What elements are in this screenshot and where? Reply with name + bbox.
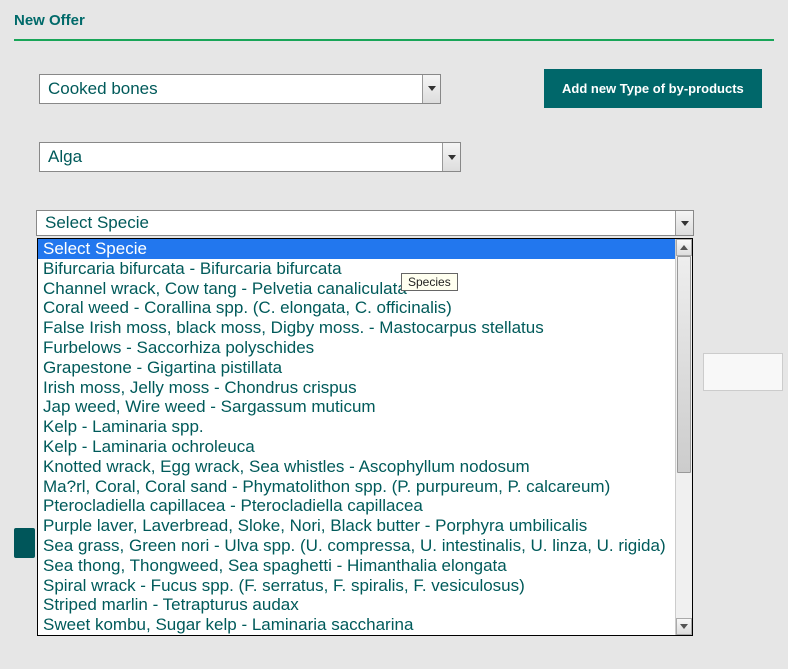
species-option[interactable]: Kelp - Laminaria ochroleuca bbox=[38, 437, 675, 457]
scrollbar-thumb[interactable] bbox=[677, 256, 691, 473]
species-option[interactable]: Select Specie bbox=[38, 239, 675, 259]
page-title: New Offer bbox=[14, 12, 774, 39]
title-divider bbox=[14, 39, 774, 41]
species-option[interactable]: False Irish moss, black moss, Digby moss… bbox=[38, 318, 675, 338]
species-option[interactable]: Channel wrack, Cow tang - Pelvetia canal… bbox=[38, 279, 675, 299]
background-panel bbox=[703, 353, 783, 391]
species-option[interactable]: Bifurcaria bifurcata - Bifurcaria bifurc… bbox=[38, 259, 675, 279]
species-option[interactable]: Kelp - Laminaria spp. bbox=[38, 417, 675, 437]
species-value: Select Specie bbox=[37, 213, 675, 233]
species-select[interactable]: Select Specie bbox=[36, 210, 694, 236]
species-option[interactable]: Sweet kombu, Sugar kelp - Laminaria sacc… bbox=[38, 615, 675, 635]
category-value: Alga bbox=[40, 147, 442, 167]
species-option[interactable]: Sea thong, Thongweed, Sea spaghetti - Hi… bbox=[38, 556, 675, 576]
category-select[interactable]: Alga bbox=[39, 142, 461, 172]
species-option[interactable]: Grapestone - Gigartina pistillata bbox=[38, 358, 675, 378]
add-byproduct-type-button[interactable]: Add new Type of by-products bbox=[544, 69, 762, 108]
scrollbar[interactable] bbox=[675, 239, 692, 635]
chevron-down-icon bbox=[675, 211, 693, 235]
species-option[interactable]: Sea grass, Green nori - Ulva spp. (U. co… bbox=[38, 536, 675, 556]
byproduct-type-select[interactable]: Cooked bones bbox=[39, 74, 441, 104]
species-option[interactable]: Purple laver, Laverbread, Sloke, Nori, B… bbox=[38, 516, 675, 536]
scroll-up-icon[interactable] bbox=[676, 239, 692, 256]
species-option[interactable]: Spiral wrack - Fucus spp. (F. serratus, … bbox=[38, 576, 675, 596]
species-option[interactable]: Furbelows - Saccorhiza polyschides bbox=[38, 338, 675, 358]
scroll-down-icon[interactable] bbox=[676, 618, 692, 635]
species-option[interactable]: Ma?rl, Coral, Coral sand - Phymatolithon… bbox=[38, 477, 675, 497]
species-option[interactable]: Striped marlin - Tetrapturus audax bbox=[38, 595, 675, 615]
chevron-down-icon bbox=[422, 75, 440, 103]
scrollbar-track[interactable] bbox=[676, 256, 692, 618]
species-dropdown-list[interactable]: Select SpecieBifurcaria bifurcata - Bifu… bbox=[37, 238, 693, 636]
byproduct-type-value: Cooked bones bbox=[40, 79, 422, 99]
species-option[interactable]: Knotted wrack, Egg wrack, Sea whistles -… bbox=[38, 457, 675, 477]
species-option[interactable]: Pterocladiella capillacea - Pterocladiel… bbox=[38, 496, 675, 516]
species-option[interactable]: Jap weed, Wire weed - Sargassum muticum bbox=[38, 397, 675, 417]
side-accent-bar bbox=[14, 528, 35, 558]
species-option[interactable]: Coral weed - Corallina spp. (C. elongata… bbox=[38, 298, 675, 318]
species-option[interactable]: Irish moss, Jelly moss - Chondrus crispu… bbox=[38, 378, 675, 398]
chevron-down-icon bbox=[442, 143, 460, 171]
species-tooltip: Species bbox=[401, 273, 458, 291]
